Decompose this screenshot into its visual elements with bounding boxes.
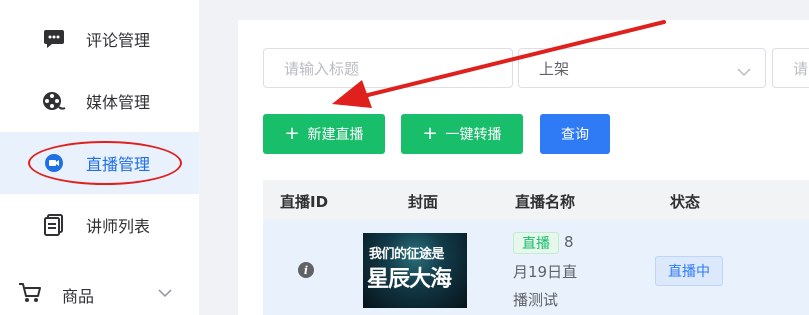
title-search-placeholder: 请输入标题 (284, 59, 360, 78)
column-header-cover: 封面 (408, 193, 439, 211)
table-row[interactable]: i 我们的征途是 星辰大海 直播 8 月19日直 播测试 直播中 (263, 220, 809, 315)
live-camera-icon (42, 151, 66, 175)
sidebar-group-products[interactable]: 商品 (0, 275, 199, 315)
comment-icon (42, 27, 66, 51)
third-filter-placeholder: 请 (793, 59, 809, 78)
sidebar-item-live[interactable]: 直播管理 (0, 132, 199, 194)
chevron-down-icon[interactable] (158, 283, 172, 302)
title-search-input[interactable]: 请输入标题 (263, 48, 513, 88)
query-label: 查询 (561, 127, 589, 143)
one-click-relay-label: 一键转播 (445, 127, 502, 143)
live-type-tag: 直播 (513, 232, 559, 254)
sidebar-item-label: 讲师列表 (86, 217, 151, 236)
column-header-status: 状态 (670, 193, 701, 211)
sidebar-item-comments[interactable]: 评论管理 (0, 8, 199, 70)
sidebar: 评论管理 媒体管理 直播管理 讲师列表 商品 (0, 0, 199, 315)
film-reel-icon (42, 89, 66, 113)
cover-text-line2: 星辰大海 (367, 267, 452, 292)
sidebar-item-label: 直播管理 (86, 155, 151, 174)
third-filter-input[interactable]: 请 (772, 48, 809, 88)
column-header-live-id: 直播ID (280, 193, 329, 211)
chevron-down-icon (737, 63, 751, 81)
shopping-cart-icon (18, 282, 42, 308)
main-panel: 请输入标题 上架 请 + 新建直播 + 一键转播 查询 直播ID 封面 直播名称… (238, 20, 809, 315)
status-select-value: 上架 (539, 59, 570, 78)
sidebar-item-media[interactable]: 媒体管理 (0, 70, 199, 132)
query-button[interactable]: 查询 (540, 114, 610, 154)
sidebar-item-label: 媒体管理 (86, 93, 151, 112)
sidebar-item-label: 评论管理 (86, 31, 151, 50)
cover-image: 我们的征途是 星辰大海 (363, 233, 467, 308)
cover-text-line1: 我们的征途是 (369, 247, 445, 262)
plus-icon: + (422, 123, 438, 144)
status-badge: 直播中 (655, 256, 723, 286)
one-click-relay-button[interactable]: + 一键转播 (401, 114, 523, 154)
live-name-part1: 8 (564, 233, 574, 251)
info-icon[interactable]: i (298, 262, 314, 278)
table-header: 直播ID 封面 直播名称 状态 (263, 180, 809, 220)
content-gutter (199, 0, 238, 315)
column-header-live-name: 直播名称 (515, 193, 576, 211)
sidebar-item-lecturers[interactable]: 讲师列表 (0, 194, 199, 256)
new-live-label: 新建直播 (307, 127, 364, 143)
live-name-part3: 播测试 (513, 291, 559, 309)
live-name-part2: 月19日直 (513, 263, 578, 281)
sidebar-group-label: 商品 (62, 287, 95, 306)
document-list-icon (42, 213, 66, 237)
plus-icon: + (284, 123, 300, 144)
new-live-button[interactable]: + 新建直播 (263, 114, 385, 154)
status-select[interactable]: 上架 (518, 48, 766, 88)
